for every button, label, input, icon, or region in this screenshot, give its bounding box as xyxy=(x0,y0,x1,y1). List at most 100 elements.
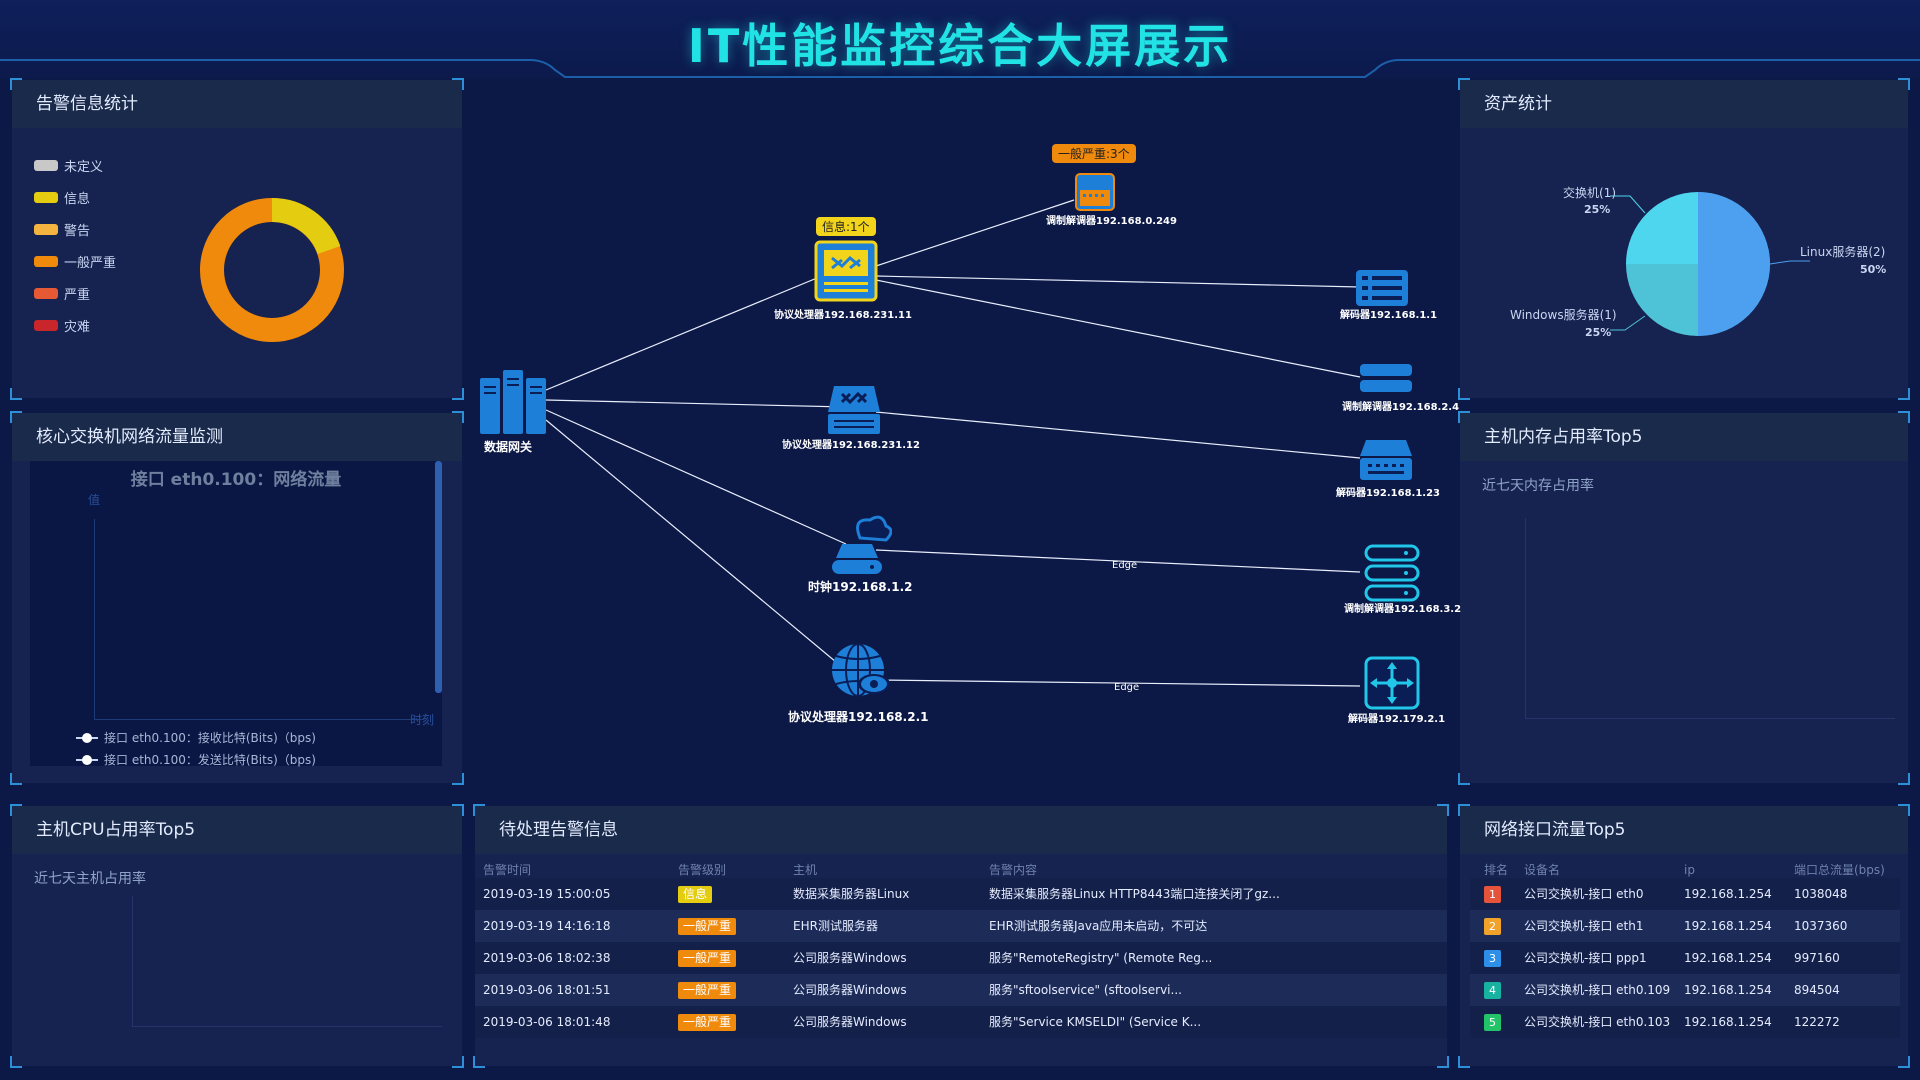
node-label-231-12: 协议处理器192.168.231.12 xyxy=(782,440,920,451)
chart-scrollbar[interactable] xyxy=(435,461,442,693)
alert-donut xyxy=(200,197,344,342)
node-label-231-11: 协议处理器192.168.231.11 xyxy=(774,310,912,321)
legend-label-rx: 接口 eth0.100：接收比特(Bits)（bps) xyxy=(104,731,316,745)
alert-legend-item[interactable]: 灾难 xyxy=(34,316,90,335)
modem-icon-0-249[interactable] xyxy=(1074,172,1116,212)
decoder-icon-1-23[interactable] xyxy=(1358,438,1414,482)
rank-badge: 5 xyxy=(1484,1014,1501,1031)
switch-icon-231-11[interactable] xyxy=(814,240,878,302)
rank-badge: 1 xyxy=(1484,886,1501,903)
net-top5-table: 排名 设备名 ip 端口总流量(bps) 1 公司交换机-接口 eth0 192.1… xyxy=(1470,854,1900,1064)
traffic-legend-rx[interactable]: 接口 eth0.100：接收比特(Bits)（bps) xyxy=(76,729,316,746)
pie-pct-switch: 25% xyxy=(1584,203,1611,216)
rank-badge: 2 xyxy=(1484,918,1501,935)
core-switch-panel: 核心交换机网络流量监测 接口 eth0.100：网络流量 值 时刻 接口 eth… xyxy=(10,411,464,785)
net-row[interactable]: 4 公司交换机-接口 eth0.109 192.168.1.254 894504 xyxy=(1470,974,1900,1006)
pie-slice-windows xyxy=(1626,264,1698,336)
asset-stats-panel: 资产统计 Linux服务器(2) 50% 交换机(1) 25% Windows服… xyxy=(1458,78,1910,400)
net-row[interactable]: 5 公司交换机-接口 eth0.103 192.168.1.254 122272 xyxy=(1470,1006,1900,1038)
mem-top5-title: 主机内存占用率Top5 xyxy=(1460,413,1908,461)
alert-content: 服务"sftoolservice" (sftoolservi... xyxy=(989,983,1182,997)
alert-legend-item[interactable]: 严重 xyxy=(34,284,90,303)
cloud-server-icon[interactable] xyxy=(826,514,892,576)
alert-time: 2019-03-19 15:00:05 xyxy=(483,887,611,901)
net-ip: 192.168.1.254 xyxy=(1684,887,1772,901)
legend-swatch xyxy=(34,192,58,203)
alert-legend-item[interactable]: 未定义 xyxy=(34,156,103,175)
traffic-legend-tx[interactable]: 接口 eth0.100：发送比特(Bits)（bps) xyxy=(76,751,316,768)
alert-stats-title: 告警信息统计 xyxy=(12,80,462,128)
modem-icon-2-4[interactable] xyxy=(1358,362,1414,396)
net-top5-panel: 网络接口流量Top5 排名 设备名 ip 端口总流量(bps) 1 公司交换机-接… xyxy=(1458,804,1910,1068)
core-switch-title: 核心交换机网络流量监测 xyxy=(12,413,462,461)
alert-legend-item[interactable]: 一般严重 xyxy=(34,252,116,271)
alert-level: 一般严重 xyxy=(678,910,737,942)
traffic-x-axis xyxy=(94,719,424,720)
traffic-chart-title: 接口 eth0.100：网络流量 xyxy=(130,470,342,490)
legend-label: 一般严重 xyxy=(64,256,117,271)
net-row[interactable]: 3 公司交换机-接口 ppp1 192.168.1.254 997160 xyxy=(1470,942,1900,974)
mem-top5-panel: 主机内存占用率Top5 近七天内存占用率 xyxy=(1458,411,1910,785)
traffic-x-label: 时刻 xyxy=(410,713,435,727)
net-row[interactable]: 2 公司交换机-接口 eth1 192.168.1.254 1037360 xyxy=(1470,910,1900,942)
edge-label-globe: Edge xyxy=(1114,682,1140,693)
legend-swatch xyxy=(34,160,58,171)
globe-icon[interactable] xyxy=(828,640,894,702)
modem-icon-3-2[interactable] xyxy=(1364,544,1420,602)
alert-level: 一般严重 xyxy=(678,942,737,974)
net-rank: 2 xyxy=(1484,910,1501,935)
alert-time: 2019-03-19 14:16:18 xyxy=(483,919,611,933)
pie-label-linux: Linux服务器(2) xyxy=(1800,245,1886,259)
net-rank: 4 xyxy=(1484,974,1501,999)
net-ip: 192.168.1.254 xyxy=(1684,983,1772,997)
info-badge[interactable]: 信息:1个 xyxy=(816,217,876,236)
node-label-2-4: 调制解调器192.168.2.4 xyxy=(1342,402,1460,413)
switch-icon-231-12[interactable] xyxy=(826,382,882,436)
alert-level-badge: 信息 xyxy=(678,886,713,903)
alert-legend-item[interactable]: 警告 xyxy=(34,220,90,239)
router-icon-179[interactable] xyxy=(1364,656,1420,710)
alert-row[interactable]: 2019-03-06 18:02:38 一般严重 公司服务器Windows 服务"Re… xyxy=(475,942,1447,974)
net-traffic: 997160 xyxy=(1794,951,1840,965)
legend-label: 严重 xyxy=(64,288,91,303)
net-rank: 1 xyxy=(1484,878,1501,903)
serious-badge[interactable]: 一般严重:3个 xyxy=(1052,144,1136,163)
page-title: IT性能监控综合大屏展示 xyxy=(687,19,1233,73)
alert-legend-item[interactable]: 信息 xyxy=(34,188,90,207)
node-label-3-2: 调制解调器192.168.3.2 xyxy=(1344,604,1462,615)
traffic-y-label: 值 xyxy=(88,493,101,507)
net-top5-title: 网络接口流量Top5 xyxy=(1460,806,1908,854)
alert-row[interactable]: 2019-03-19 14:16:18 一般严重 EHR测试服务器 EHR测试服务器J… xyxy=(475,910,1447,942)
node-label-0-249: 调制解调器192.168.0.249 xyxy=(1046,216,1177,227)
alert-row[interactable]: 2019-03-06 18:01:48 一般严重 公司服务器Windows 服务"Se… xyxy=(475,1006,1447,1038)
node-label-179: 解码器192.179.2.1 xyxy=(1348,714,1446,725)
mem-y-axis xyxy=(1525,518,1526,718)
pie-slice-switch xyxy=(1626,192,1698,264)
alert-level-badge: 一般严重 xyxy=(678,918,737,935)
alert-level-badge: 一般严重 xyxy=(678,982,737,999)
alert-level: 一般严重 xyxy=(678,1006,737,1038)
gateway-icon[interactable] xyxy=(478,368,548,436)
alert-content: EHR测试服务器Java应用未启动，不可达 xyxy=(989,919,1208,933)
alert-level-badge: 一般严重 xyxy=(678,1014,737,1031)
donut-slice-info xyxy=(271,197,341,255)
net-device: 公司交换机-接口 eth0.109 xyxy=(1524,983,1671,997)
alert-host: EHR测试服务器 xyxy=(793,919,878,933)
legend-label: 未定义 xyxy=(64,160,104,175)
net-device: 公司交换机-接口 eth1 xyxy=(1524,919,1644,933)
net-rank: 3 xyxy=(1484,942,1501,967)
rank-badge: 3 xyxy=(1484,950,1501,967)
legend-swatch xyxy=(34,256,58,267)
pending-alerts-table: 告警时间 告警级别 主机 告警内容 2019-03-19 15:00:05 信息数… xyxy=(475,854,1447,1064)
alert-row[interactable]: 2019-03-19 15:00:05 信息 数据采集服务器Linux 数据采集服务器… xyxy=(475,878,1447,910)
legend-swatch xyxy=(34,320,58,331)
net-device: 公司交换机-接口 ppp1 xyxy=(1524,951,1647,965)
header: IT性能监控综合大屏展示 xyxy=(0,0,1920,78)
net-traffic: 122272 xyxy=(1794,1015,1840,1029)
cpu-top5-panel: 主机CPU占用率Top5 近七天主机占用率 xyxy=(10,804,464,1068)
alert-row[interactable]: 2019-03-06 18:01:51 一般严重 公司服务器Windows 服务"sf… xyxy=(475,974,1447,1006)
decoder-icon-1-1[interactable] xyxy=(1354,268,1410,308)
net-ip: 192.168.1.254 xyxy=(1684,919,1772,933)
node-label-1-1: 解码器192.168.1.1 xyxy=(1340,310,1438,321)
net-row[interactable]: 1 公司交换机-接口 eth0 192.168.1.254 1038048 xyxy=(1470,878,1900,910)
